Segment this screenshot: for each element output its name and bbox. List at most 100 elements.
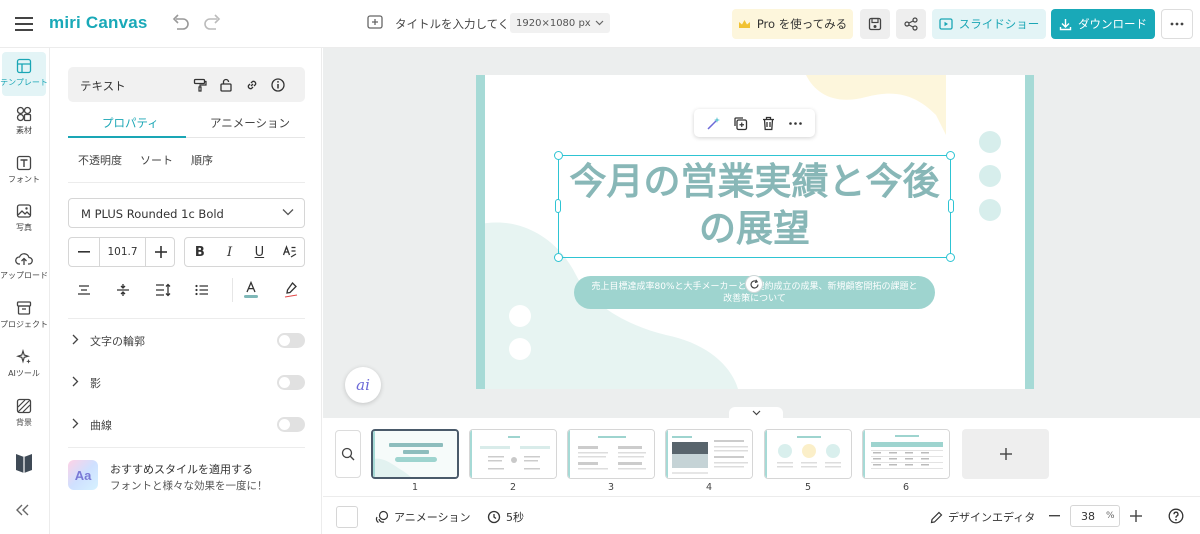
slide-number: 4 <box>705 482 713 493</box>
download-icon <box>1059 18 1072 30</box>
zoom-out-button[interactable] <box>1046 508 1062 524</box>
text-spacing-button[interactable] <box>274 238 304 266</box>
bullet-list-icon[interactable] <box>190 278 214 302</box>
divider <box>68 447 305 448</box>
order-option[interactable]: 順序 <box>191 152 213 168</box>
pro-upgrade-button[interactable]: Pro を使ってみる <box>732 9 853 39</box>
document-title[interactable]: タイトルを入力してく... <box>395 16 520 32</box>
curve-toggle-row[interactable]: 曲線 <box>68 412 305 436</box>
ai-assistant-button[interactable]: ai <box>345 367 381 403</box>
delete-icon[interactable] <box>757 112 779 134</box>
help-button[interactable] <box>1167 507 1185 525</box>
tab-properties[interactable]: プロパティ <box>102 115 159 131</box>
italic-button[interactable]: I <box>215 238 245 266</box>
resize-handle-bottom-left[interactable] <box>554 253 563 262</box>
document-icon <box>367 14 385 32</box>
rotate-handle[interactable] <box>745 275 763 293</box>
active-tab-indicator <box>68 136 186 138</box>
rail-item-label: 素材 <box>16 126 32 135</box>
redo-icon[interactable] <box>203 14 225 34</box>
format-painter-icon[interactable] <box>191 76 209 94</box>
resize-handle-right[interactable] <box>948 199 954 213</box>
collapse-rail-icon[interactable] <box>15 503 31 517</box>
zoom-unit: % <box>1106 511 1115 521</box>
background-color-swatch[interactable] <box>336 506 358 528</box>
app-logo[interactable]: miri Canvas <box>49 13 148 35</box>
resize-handle-top-left[interactable] <box>554 151 563 160</box>
plus-icon <box>999 448 1012 460</box>
line-height-icon[interactable] <box>151 278 175 302</box>
rail-item-photo[interactable]: 写真 <box>0 197 48 241</box>
slide-thumbnail-preview <box>568 430 654 478</box>
rail-item-font[interactable]: フォント <box>0 149 48 193</box>
resize-handle-bottom-right[interactable] <box>946 253 955 262</box>
vertical-align-icon[interactable] <box>111 278 135 302</box>
font-size-input[interactable]: 101.7 <box>99 238 146 266</box>
design-editor-button[interactable]: デザインエディタ <box>930 509 1035 525</box>
lock-icon[interactable] <box>217 76 235 94</box>
undo-icon[interactable] <box>170 14 192 34</box>
save-button[interactable] <box>860 9 890 39</box>
rail-item-ai-tools[interactable]: AIツール <box>0 343 48 387</box>
search-zoom-icon <box>341 447 355 461</box>
plus-icon <box>155 246 167 258</box>
rail-item-elements[interactable]: 素材 <box>0 100 48 144</box>
slide-thumbnail-preview <box>666 430 752 478</box>
rail-item-upload[interactable]: アップロード <box>0 245 48 289</box>
tab-animation[interactable]: アニメーション <box>210 115 290 131</box>
text-align-center-icon[interactable] <box>72 278 96 302</box>
increase-font-size-button[interactable] <box>146 238 176 266</box>
more-options-icon[interactable] <box>784 112 806 134</box>
upload-icon <box>15 253 33 265</box>
download-button[interactable]: ダウンロード <box>1051 9 1155 39</box>
divider <box>68 182 305 183</box>
ai-magic-wand-icon[interactable] <box>703 112 725 134</box>
zoom-level-input[interactable]: 38 % <box>1070 505 1120 527</box>
rail-item-label: AIツール <box>8 369 40 378</box>
slide-thumbnail-2[interactable] <box>469 429 557 479</box>
rail-item-project[interactable]: プロジェクト <box>0 294 48 338</box>
slideshow-button[interactable]: スライドショー <box>932 9 1046 39</box>
recommended-style-promo[interactable]: Aa おすすめスタイルを適用する フォントと様々な効果を一度に！ <box>68 458 305 498</box>
zoom-in-button[interactable] <box>1128 508 1144 524</box>
font-size-stepper: 101.7 <box>68 237 175 267</box>
slide-duration-button[interactable]: 5秒 <box>487 509 524 525</box>
text-outline-toggle[interactable] <box>277 333 305 348</box>
selection-box <box>558 155 951 258</box>
animation-icon <box>375 510 389 524</box>
rail-item-label: テンプレート <box>0 78 48 87</box>
slide-thumbnail-3[interactable] <box>567 429 655 479</box>
rail-item-background[interactable]: 背景 <box>0 392 48 436</box>
background-icon <box>16 398 32 414</box>
text-color-icon[interactable] <box>239 278 263 302</box>
info-icon[interactable] <box>269 76 287 94</box>
shadow-toggle-row[interactable]: 影 <box>68 370 305 394</box>
highlight-color-icon[interactable] <box>279 278 303 302</box>
opacity-option[interactable]: 不透明度 <box>78 152 122 168</box>
rail-item-template[interactable]: テンプレート <box>0 52 48 96</box>
shadow-toggle[interactable] <box>277 375 305 390</box>
link-icon[interactable] <box>243 76 261 94</box>
resize-handle-top-right[interactable] <box>946 151 955 160</box>
brand-book-icon[interactable] <box>14 451 34 473</box>
slide-thumbnail-1[interactable] <box>371 429 459 479</box>
text-outline-toggle-row[interactable]: 文字の輪郭 <box>68 328 305 352</box>
sort-option[interactable]: ソート <box>140 152 173 168</box>
duplicate-icon[interactable] <box>730 112 752 134</box>
menu-icon[interactable] <box>12 12 36 36</box>
bold-button[interactable]: B <box>185 238 215 266</box>
more-menu-button[interactable] <box>1161 9 1193 39</box>
decrease-font-size-button[interactable] <box>69 238 99 266</box>
slide-thumbnail-5[interactable] <box>764 429 852 479</box>
thumbnail-zoom-button[interactable] <box>335 430 361 478</box>
add-slide-button[interactable] <box>962 429 1049 479</box>
underline-button[interactable]: U <box>245 238 275 266</box>
share-button[interactable] <box>896 9 926 39</box>
font-family-select[interactable]: M PLUS Rounded 1c Bold <box>68 198 305 228</box>
slide-thumbnail-4[interactable] <box>665 429 753 479</box>
slide-thumbnail-6[interactable] <box>862 429 950 479</box>
curve-toggle[interactable] <box>277 417 305 432</box>
canvas-size-select[interactable]: 1920×1080 px <box>510 13 610 33</box>
resize-handle-left[interactable] <box>555 199 561 213</box>
animation-button[interactable]: アニメーション <box>375 509 471 525</box>
